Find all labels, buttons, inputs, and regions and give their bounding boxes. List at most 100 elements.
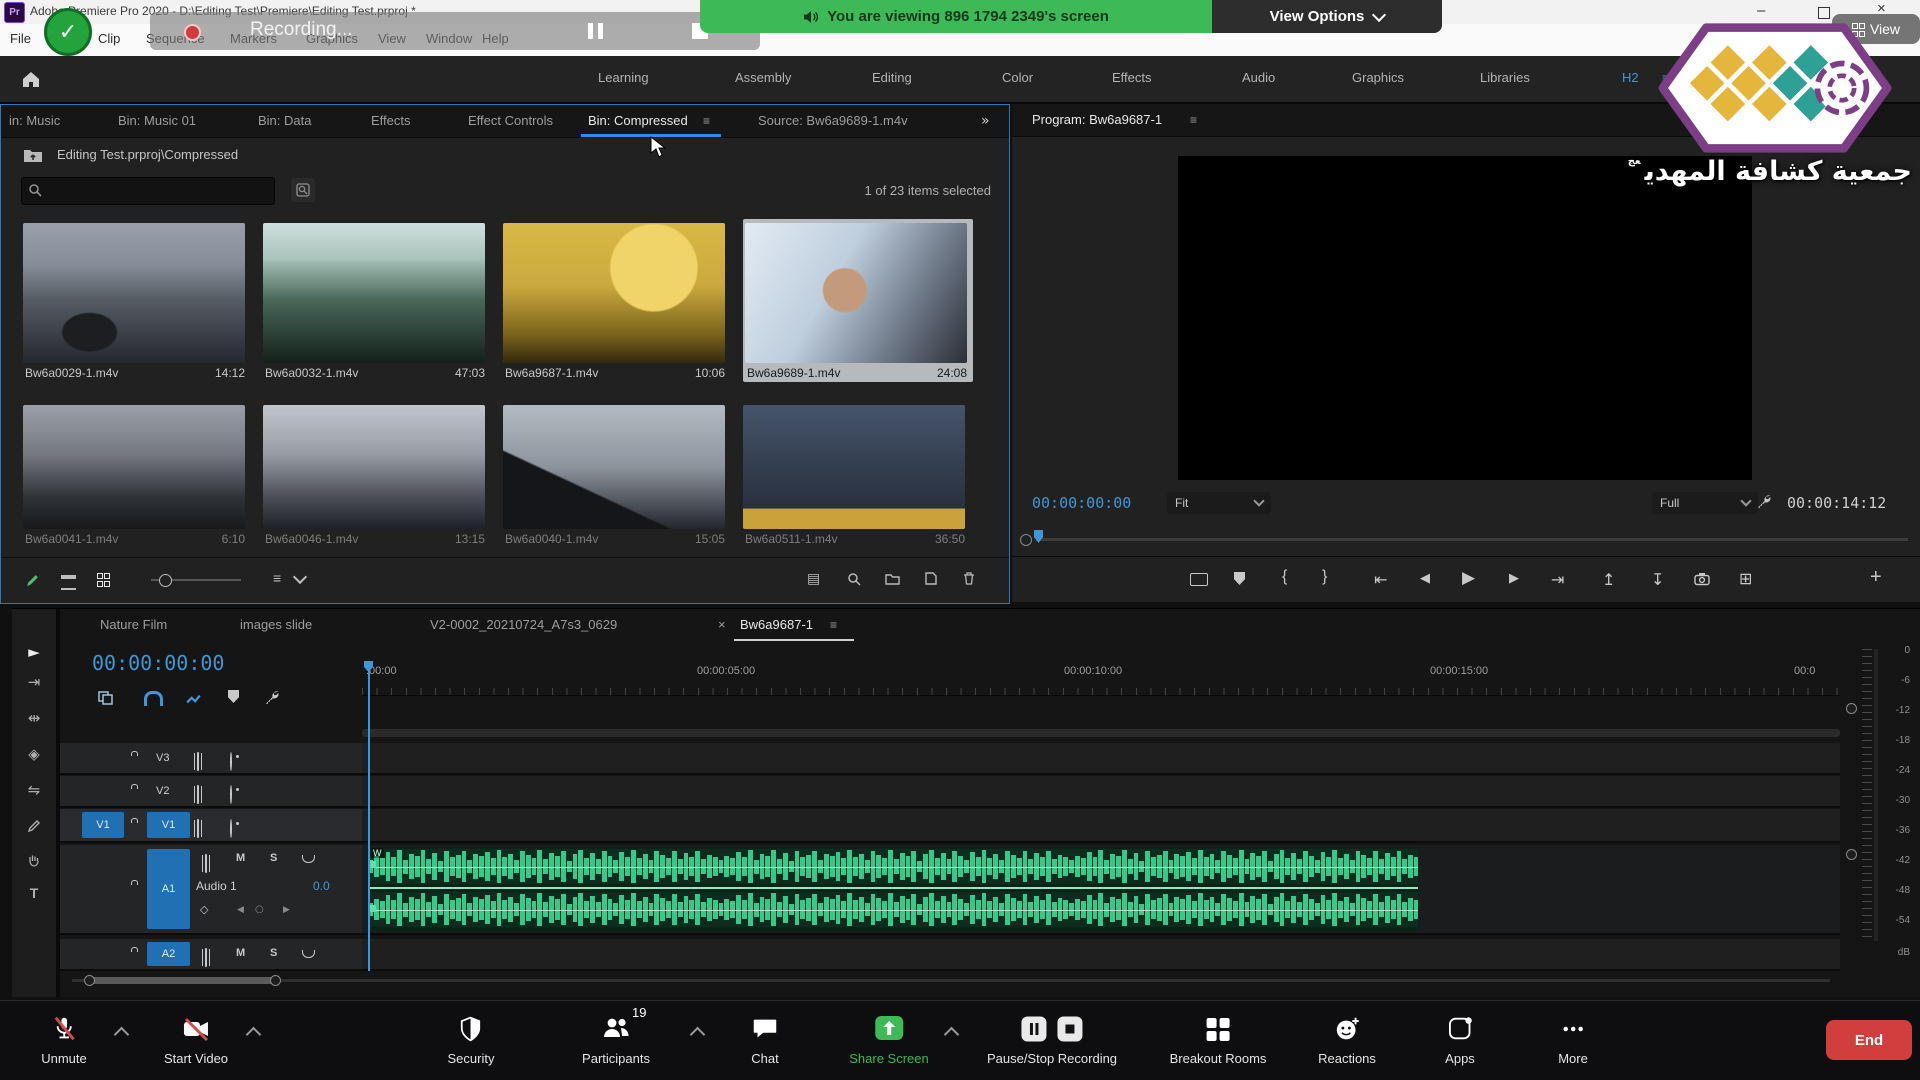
track-output-icon[interactable] — [205, 854, 207, 873]
timeline-playhead-timecode[interactable]: 00:00:00:00 — [92, 651, 224, 675]
chat-button[interactable]: Chat — [750, 1001, 780, 1080]
tab-source-monitor[interactable]: Source: Bw6a9689-1.m4v — [758, 113, 908, 128]
next-keyframe-icon[interactable]: ▶ — [283, 905, 290, 915]
sort-chevron-icon[interactable] — [293, 570, 307, 584]
clip-item[interactable]: Bw6a0041-1.m4v6:10 — [23, 405, 249, 546]
icon-view-icon[interactable] — [97, 573, 109, 585]
sequence-tab-v2-0002[interactable]: V2-0002_20210724_A7s3_0629 — [430, 617, 617, 632]
workspace-tab-color[interactable]: Color — [1002, 70, 1033, 85]
share-options-caret[interactable] — [944, 1027, 960, 1043]
go-to-out-icon[interactable]: ⇥ — [1551, 570, 1564, 589]
prev-keyframe-icon[interactable]: ◀ — [237, 905, 244, 915]
comparison-view-icon[interactable]: ⊞ — [1739, 569, 1752, 588]
play-icon[interactable]: ▶ — [1462, 568, 1475, 588]
lift-icon[interactable]: ↥ — [1602, 570, 1615, 589]
toggle-track-visibility-icon[interactable] — [230, 819, 232, 838]
view-options-button[interactable]: View Options — [1212, 0, 1442, 33]
unmute-button[interactable]: Unmute — [41, 1001, 87, 1080]
timeline-playhead-line[interactable] — [368, 669, 370, 971]
search-input[interactable] — [21, 177, 275, 205]
export-frame-icon[interactable] — [1694, 572, 1710, 586]
add-marker-icon[interactable] — [1234, 572, 1245, 585]
add-marker-icon[interactable] — [228, 690, 239, 703]
sequence-tab-images-slide[interactable]: images slide — [240, 617, 312, 632]
participants-button[interactable]: 19 Participants — [582, 1001, 650, 1080]
track-label-v2[interactable]: V2 — [156, 785, 169, 797]
sort-icon[interactable]: ≡ — [273, 570, 281, 586]
tab-bin-data[interactable]: Bin: Data — [258, 113, 311, 128]
vscroll-handle-top[interactable] — [1846, 703, 1857, 714]
apps-button[interactable]: Apps — [1445, 1001, 1475, 1080]
clip-item[interactable]: Bw6a0029-1.m4v14:12 — [23, 223, 249, 380]
workspace-tab-learning[interactable]: Learning — [598, 70, 649, 85]
new-bin-icon[interactable] — [885, 573, 900, 585]
track-output-icon[interactable] — [197, 819, 199, 838]
sequence-tab-bw6a9687[interactable]: Bw6a9687-1 — [740, 617, 813, 632]
track-output-icon[interactable] — [205, 948, 207, 967]
work-area-bar[interactable] — [362, 729, 1840, 737]
maximize-icon[interactable] — [1818, 7, 1830, 19]
clip-item[interactable]: Bw6a0040-1.m4v15:05 — [503, 405, 729, 546]
tab-effect-controls[interactable]: Effect Controls — [468, 113, 553, 128]
toggle-track-visibility-icon[interactable] — [230, 752, 232, 771]
step-back-icon[interactable]: ◀ — [1420, 571, 1430, 586]
keyframe-diamond-icon[interactable]: ◇ — [200, 903, 208, 916]
breakout-rooms-button[interactable]: Breakout Rooms — [1170, 1001, 1267, 1080]
pause-recording-icon[interactable] — [588, 23, 608, 44]
timeline-hscrollbar-track[interactable] — [72, 979, 1830, 982]
slip-tool-icon[interactable]: ⇋ — [12, 781, 56, 799]
track-output-icon[interactable] — [197, 752, 199, 771]
close-sequence-icon[interactable]: × — [718, 617, 726, 632]
source-patch-v1[interactable]: V1 — [82, 812, 124, 838]
program-scrubber-track[interactable] — [1036, 538, 1908, 541]
panel-menu-icon[interactable]: ≡ — [703, 114, 710, 128]
program-playhead[interactable] — [1034, 530, 1043, 543]
share-screen-button[interactable]: Share Screen — [849, 1001, 929, 1080]
workspace-tab-effects[interactable]: Effects — [1112, 70, 1152, 85]
writable-pencil-icon[interactable] — [25, 573, 40, 588]
go-to-in-icon[interactable]: ⇤ — [1374, 570, 1387, 589]
ripple-edit-tool-icon[interactable]: ⇹ — [12, 709, 56, 727]
audio-track-name[interactable]: Audio 1 — [196, 879, 237, 893]
linked-selection-icon[interactable] — [186, 693, 202, 705]
start-video-button[interactable]: Start Video — [164, 1001, 228, 1080]
tab-overflow-icon[interactable]: » — [981, 113, 990, 129]
step-forward-icon[interactable]: ▶ — [1509, 571, 1519, 586]
zoom-level-select[interactable]: Fit — [1167, 492, 1271, 514]
hand-tool-icon[interactable] — [27, 853, 41, 867]
clip-item[interactable]: Bw6a0511-1.m4v36:50 — [743, 405, 969, 546]
zoom-slider-handle[interactable] — [159, 574, 172, 587]
scrubber-zoom-handle[interactable] — [1020, 534, 1032, 546]
list-view-icon[interactable] — [61, 575, 76, 590]
workspace-tab-assembly[interactable]: Assembly — [735, 70, 791, 85]
clip-item-selected[interactable]: Bw6a9689-1.m4v24:08 — [743, 219, 973, 382]
nest-sequence-icon[interactable] — [98, 691, 114, 705]
find-icon[interactable] — [847, 572, 861, 586]
add-keyframe-icon[interactable]: ○ — [255, 904, 264, 915]
search-bin-button[interactable] — [291, 178, 315, 202]
hscroll-zoom-handle-left[interactable] — [84, 975, 95, 986]
track-target-v1[interactable]: V1 — [147, 812, 190, 838]
track-a2-content[interactable] — [362, 939, 1840, 971]
clip-item[interactable]: Bw6a0032-1.m4v47:03 — [263, 223, 489, 380]
tab-bin-music01[interactable]: Bin: Music 01 — [118, 113, 196, 128]
timeline-ruler[interactable]: :00:00 00:00:05:00 00:00:10:00 00:00:15:… — [362, 661, 1840, 696]
tab-program-monitor[interactable]: Program: Bw6a9687-1 — [1032, 112, 1162, 127]
track-target-a2[interactable]: A2 — [147, 942, 190, 966]
keyframe-square[interactable] — [369, 905, 376, 912]
hscroll-zoom-handle-right[interactable] — [270, 975, 281, 986]
keyframe-square[interactable] — [369, 861, 376, 868]
pause-stop-recording-button[interactable]: Pause/Stop Recording — [987, 1001, 1117, 1080]
track-output-icon[interactable] — [197, 785, 199, 804]
extract-icon[interactable]: ↧ — [1651, 570, 1664, 589]
track-target-a1[interactable]: A1 — [147, 849, 190, 929]
clear-trash-icon[interactable] — [963, 572, 975, 585]
workspace-tab-audio[interactable]: Audio — [1242, 70, 1275, 85]
solo-button[interactable]: S — [270, 852, 277, 864]
track-select-tool-icon[interactable]: ⇥ — [12, 673, 56, 691]
security-button[interactable]: Security — [448, 1001, 495, 1080]
reactions-button[interactable]: Reactions — [1318, 1001, 1376, 1080]
tab-bin-music[interactable]: in: Music — [9, 113, 60, 128]
automate-sequence-icon[interactable]: ▤ — [807, 571, 820, 587]
clip-item[interactable]: Bw6a9687-1.m4v10:06 — [503, 223, 729, 380]
